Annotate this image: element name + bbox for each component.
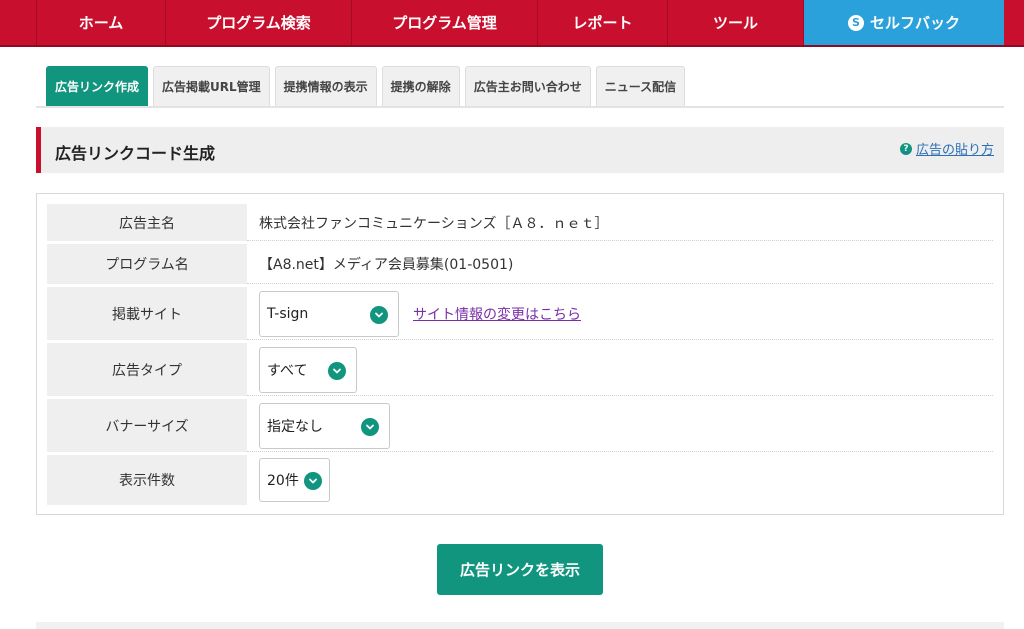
self-back-icon: S — [847, 14, 864, 31]
advertiser-label: 広告主名 — [47, 204, 247, 241]
banner-size-label: バナーサイズ — [47, 399, 247, 452]
ad-type-selected-value: すべて — [267, 362, 308, 379]
row-program: プログラム名 【A8.net】メディア会員募集(01-0501) — [47, 244, 993, 284]
site-select[interactable]: T-sign — [259, 290, 399, 337]
show-ad-link-button[interactable]: 広告リンクを表示 — [437, 544, 603, 595]
row-site: 掲載サイト T-sign サイト情報の変更はこちら — [47, 287, 993, 340]
tab-advertiser-inquiry[interactable]: 広告主お問い合わせ — [464, 66, 591, 106]
row-advertiser: 広告主名 株式会社ファンコミュニケーションズ［Ａ８．ｎｅｔ］ — [47, 204, 993, 241]
nav-home[interactable]: ホーム — [36, 0, 166, 45]
row-divider — [247, 451, 993, 452]
nav-self-back[interactable]: S セルフバック — [804, 0, 1004, 45]
section-header: 広告リンクコード生成 ? 広告の貼り方 — [36, 127, 1004, 173]
chevron-down-icon — [328, 361, 346, 380]
tab-partnership-info[interactable]: 提携情報の表示 — [274, 66, 377, 106]
ad-type-select[interactable]: すべて — [259, 346, 357, 393]
site-value: T-sign サイト情報の変更はこちら — [259, 287, 993, 340]
banner-size-select[interactable]: 指定なし — [259, 402, 390, 449]
chevron-down-icon — [361, 417, 379, 436]
row-divider — [247, 240, 993, 241]
how-to-paste-ads-link[interactable]: ? 広告の貼り方 — [899, 139, 994, 158]
tab-cancel-partnership[interactable]: 提携の解除 — [381, 66, 460, 106]
program-label: プログラム名 — [47, 244, 247, 284]
nav-report[interactable]: レポート — [538, 0, 668, 45]
row-per-page: 表示件数 20件 — [47, 455, 993, 505]
program-value: 【A8.net】メディア会員募集(01-0501) — [259, 257, 514, 273]
page-title: 広告リンクコード生成 — [55, 144, 216, 163]
row-ad-type: 広告タイプ すべて — [47, 343, 993, 396]
nav-underline — [0, 45, 1024, 47]
banner-size-value: 指定なし — [259, 399, 993, 452]
tab-news-delivery[interactable]: ニュース配信 — [595, 66, 686, 106]
ad-link-form: 広告主名 株式会社ファンコミュニケーションズ［Ａ８．ｎｅｔ］ プログラム名 【A… — [36, 193, 1004, 515]
row-divider — [247, 283, 993, 284]
chevron-down-icon — [304, 472, 322, 490]
ad-type-value: すべて — [259, 343, 993, 396]
top-navigation: ホーム プログラム検索 プログラム管理 レポート ツール S セルフバック — [0, 0, 1024, 47]
per-page-select[interactable]: 20件 — [259, 458, 330, 502]
show-ad-link-label: 広告リンクを表示 — [459, 561, 580, 579]
site-selected-value: T-sign — [267, 305, 309, 322]
row-divider — [247, 395, 993, 396]
per-page-label: 表示件数 — [47, 455, 247, 505]
nav-program-management[interactable]: プログラム管理 — [352, 0, 538, 45]
nav-tools[interactable]: ツール — [668, 0, 804, 45]
sub-tabs: 広告リンク作成 広告掲載URL管理 提携情報の表示 提携の解除 広告主お問い合わ… — [46, 66, 686, 106]
footer-bar — [36, 622, 1004, 629]
row-divider — [247, 339, 993, 340]
banner-size-selected-value: 指定なし — [267, 418, 323, 435]
nav-program-search[interactable]: プログラム検索 — [166, 0, 352, 45]
site-label: 掲載サイト — [47, 287, 247, 340]
advertiser-value: 株式会社ファンコミュニケーションズ［Ａ８．ｎｅｔ］ — [259, 215, 609, 232]
per-page-selected-value: 20件 — [267, 473, 299, 489]
question-icon: ? — [899, 142, 912, 155]
per-page-value: 20件 — [259, 455, 993, 505]
tab-ad-url-management[interactable]: 広告掲載URL管理 — [153, 66, 270, 106]
row-banner-size: バナーサイズ 指定なし — [47, 399, 993, 452]
tabs-divider — [36, 106, 1004, 108]
tab-create-ad-link[interactable]: 広告リンク作成 — [46, 66, 149, 106]
change-site-info-link[interactable]: サイト情報の変更はこちら — [413, 304, 581, 324]
ad-type-label: 広告タイプ — [47, 343, 247, 396]
chevron-down-icon — [370, 305, 388, 324]
